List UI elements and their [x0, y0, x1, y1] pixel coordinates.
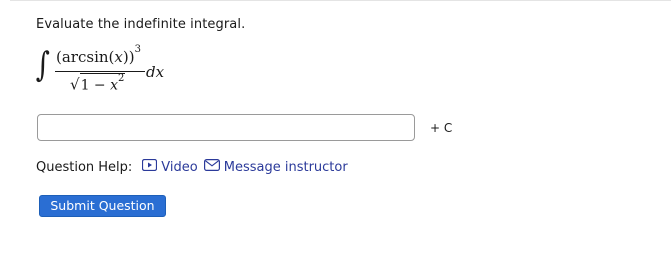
numerator-power: 3: [134, 44, 141, 55]
integral-numerator: (arcsin(x))3: [56, 44, 141, 66]
video-icon: [142, 158, 158, 175]
top-divider: [10, 0, 671, 1]
denominator-variable: x: [110, 77, 119, 94]
integral-expression: ∫ (arcsin(x))3 √1 − x2 dx: [34, 42, 234, 102]
denominator-power: 2: [118, 73, 125, 84]
numerator-func: (arcsin(: [56, 48, 115, 66]
submit-question-button[interactable]: Submit Question: [39, 195, 166, 217]
video-link-label: Video: [161, 159, 198, 175]
constant-suffix: + C: [430, 121, 453, 135]
message-instructor-link[interactable]: Message instructor: [203, 159, 348, 175]
question-help-row: Question Help: Video Message instructor: [36, 158, 348, 175]
fraction-bar: [55, 71, 145, 72]
question-prompt: Evaluate the indefinite integral.: [36, 17, 246, 32]
radical-sign: √: [70, 75, 80, 94]
answer-input[interactable]: [37, 114, 415, 141]
numerator-variable: x: [114, 48, 123, 66]
radicand: 1 − x2: [79, 73, 126, 94]
differential: dx: [146, 63, 165, 81]
message-instructor-label: Message instructor: [223, 159, 348, 175]
numerator-close: )): [122, 48, 135, 66]
integral-sign: ∫: [35, 45, 50, 85]
video-link[interactable]: Video: [142, 158, 198, 175]
mail-icon: [203, 159, 220, 175]
integral-denominator: √1 − x2: [70, 73, 126, 94]
question-help-label: Question Help:: [36, 159, 133, 175]
denominator-text: 1 −: [80, 77, 111, 94]
